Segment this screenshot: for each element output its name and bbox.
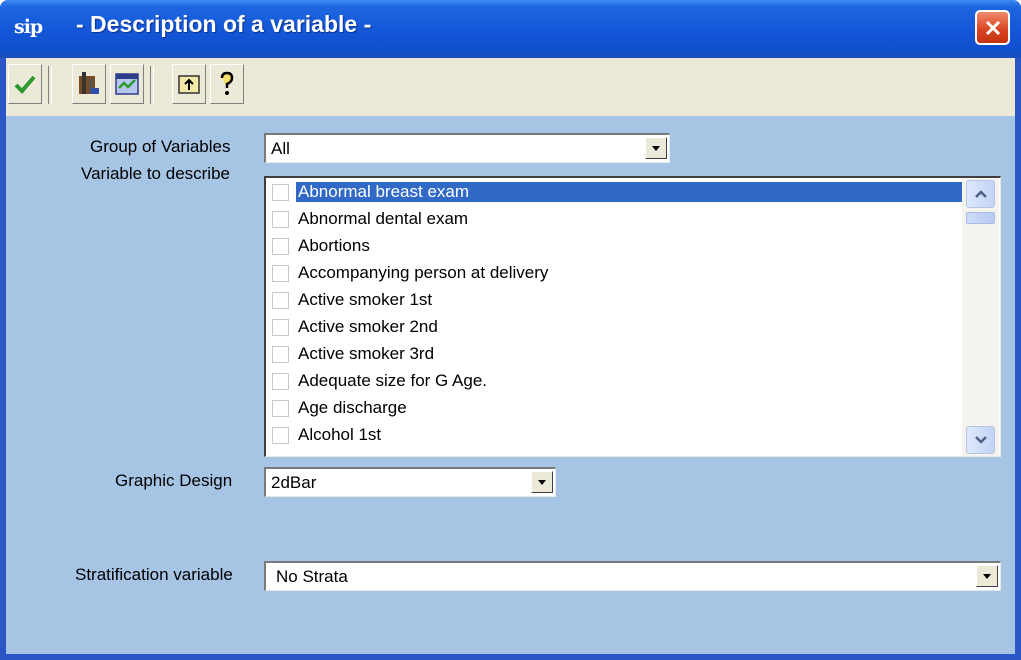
list-item[interactable]: Abnormal breast exam (270, 180, 966, 206)
list-item-label: Active smoker 2nd (298, 317, 438, 336)
item-checkbox[interactable] (272, 427, 289, 444)
list-item-label: Alcohol 1st (298, 425, 382, 444)
group-of-variables-value: All (271, 139, 290, 158)
chevron-up-icon (974, 190, 987, 198)
item-checkbox[interactable] (272, 265, 289, 282)
list-item-label: Abnormal dental exam (298, 209, 469, 228)
chevron-down-icon[interactable] (645, 137, 667, 159)
chart-window-icon (115, 73, 139, 95)
item-checkbox[interactable] (272, 346, 289, 363)
help-icon (220, 71, 234, 95)
graphic-design-label: Graphic Design (115, 471, 233, 490)
accept-button[interactable] (8, 64, 42, 104)
scroll-thumb[interactable] (966, 212, 995, 224)
item-checkbox[interactable] (272, 319, 289, 336)
toolbar-separator (150, 66, 154, 104)
help-button[interactable] (210, 64, 244, 104)
exit-folder-icon (178, 75, 200, 94)
list-item[interactable]: Active smoker 2nd (270, 315, 964, 341)
graphic-design-select[interactable]: 2dBar (264, 467, 556, 497)
list-item[interactable]: Accompanying person at delivery (270, 261, 964, 287)
item-checkbox[interactable] (272, 238, 289, 255)
scroll-down-button[interactable] (966, 426, 995, 454)
item-checkbox[interactable] (272, 400, 289, 417)
list-item[interactable]: Active smoker 1st (270, 288, 964, 314)
window-title: - Description of a variable - (76, 11, 372, 37)
item-checkbox[interactable] (272, 292, 289, 309)
check-icon (14, 75, 36, 94)
list-item[interactable]: Active smoker 3rd (270, 342, 964, 368)
variable-tool-button[interactable] (72, 64, 106, 104)
close-button[interactable] (975, 10, 1010, 45)
group-of-variables-label: Group of Variables (90, 137, 231, 156)
list-item-label: Adequate size for G Age. (298, 371, 488, 390)
vertical-scrollbar[interactable] (962, 178, 999, 456)
graphic-design-value: 2dBar (271, 473, 317, 492)
stratification-variable-select[interactable]: No Strata (264, 561, 1001, 591)
list-item-label: Active smoker 1st (298, 290, 433, 309)
chevron-down-icon (974, 436, 987, 444)
item-checkbox[interactable] (272, 211, 289, 228)
scroll-up-button[interactable] (966, 180, 995, 208)
list-item[interactable]: Age discharge (270, 396, 964, 422)
list-item[interactable]: Abnormal dental exam (270, 207, 964, 233)
title-bar[interactable]: sip - Description of a variable - (0, 0, 1021, 58)
list-item[interactable]: Adequate size for G Age. (270, 369, 964, 395)
list-item-label: Abortions (298, 236, 370, 255)
variable-to-describe-label: Variable to describe (81, 164, 230, 183)
chevron-down-icon[interactable] (976, 565, 998, 587)
item-checkbox[interactable] (272, 184, 289, 201)
variable-listbox[interactable]: Abnormal breast exam Abnormal dental exam… (264, 176, 1001, 457)
list-item-label: Accompanying person at delivery (298, 263, 549, 282)
toolbar (6, 58, 1015, 117)
app-icon[interactable]: sip (14, 12, 44, 42)
chart-window-button[interactable] (110, 64, 144, 104)
group-of-variables-select[interactable]: All (264, 133, 670, 163)
close-icon (985, 20, 1000, 35)
exit-button[interactable] (172, 64, 206, 104)
list-item-label: Active smoker 3rd (298, 344, 435, 363)
dialog-window: sip - Description of a variable - Group … (0, 0, 1021, 660)
variable-tool-icon (79, 72, 99, 94)
item-checkbox[interactable] (272, 373, 289, 390)
list-item-label: Abnormal breast exam (296, 182, 966, 202)
list-item-label: Age discharge (298, 398, 407, 417)
list-item[interactable]: Abortions (270, 234, 964, 260)
stratification-variable-value: No Strata (276, 567, 348, 586)
list-item[interactable]: Alcohol 1st (270, 423, 964, 449)
toolbar-separator (48, 66, 52, 104)
form-panel: Group of Variables All Variable to descr… (6, 116, 1015, 654)
chevron-down-icon[interactable] (531, 471, 553, 493)
stratification-variable-label: Stratification variable (75, 565, 233, 584)
